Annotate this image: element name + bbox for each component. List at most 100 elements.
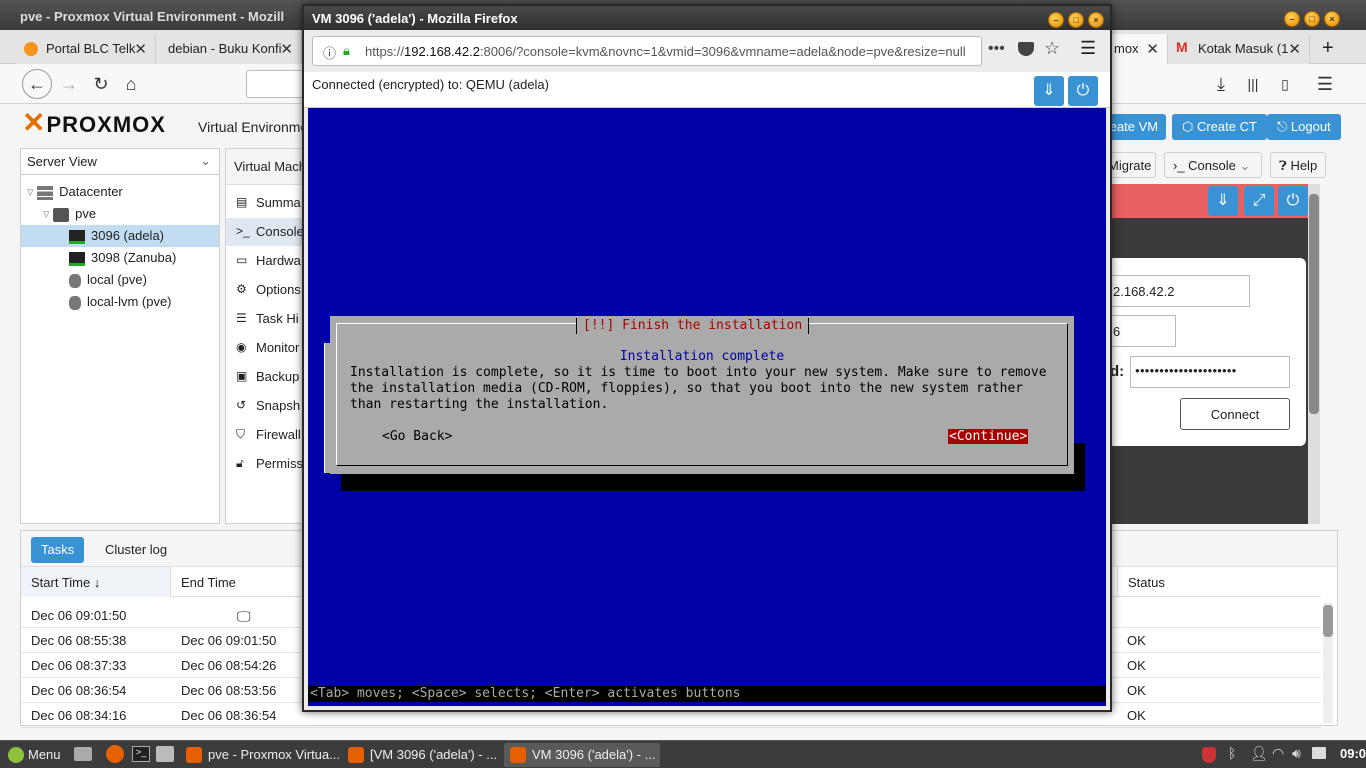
mint-logo-icon: [8, 747, 24, 763]
terminal-icon: >_: [236, 224, 250, 238]
tab-portal-blc[interactable]: Portal BLC Telk ✕: [16, 34, 156, 64]
vm-running-icon: [69, 251, 85, 266]
dialog-title: [!!] Finish the installation: [576, 318, 810, 334]
bluetooth-icon[interactable]: ᛒ: [1228, 745, 1236, 761]
tree-storage-local-lvm[interactable]: local-lvm (pve): [69, 291, 172, 313]
taskbar-item-vm-bracket[interactable]: [VM 3096 ('adela') - ...: [342, 743, 498, 767]
floppy-icon: ▣: [236, 369, 248, 383]
port-field[interactable]: 6: [1110, 315, 1176, 347]
show-desktop-icon[interactable]: [74, 747, 92, 761]
tree-vm-3098[interactable]: 3098 (Zanuba): [69, 247, 176, 269]
menu-button[interactable]: Menu: [2, 743, 67, 767]
home-icon[interactable]: ⌂: [118, 71, 144, 97]
terminal-launcher-icon[interactable]: >_: [132, 746, 150, 762]
bookmark-star-icon[interactable]: ☆: [1044, 38, 1060, 59]
monitor-icon: ▭: [236, 253, 248, 267]
tab-gmail[interactable]: M Kotak Masuk (1 ✕: [1168, 34, 1310, 64]
firefox-icon: [510, 747, 526, 763]
dialog-message: Installation is complete, so it is time …: [350, 365, 1047, 412]
col-start-time[interactable]: Start Time ↓: [21, 567, 171, 597]
menu-icon[interactable]: ☰: [1312, 71, 1338, 97]
vm-running-icon: [69, 229, 85, 244]
tab-tasks[interactable]: Tasks: [31, 537, 85, 563]
datacenter-icon: [37, 185, 54, 200]
update-shield-icon[interactable]: [1202, 747, 1216, 763]
create-ct-button[interactable]: ⬡ Create CT: [1172, 114, 1267, 140]
popup-url-bar[interactable]: ⓘ 🔒︎ https://192.168.42.2:8006/?console=…: [312, 36, 982, 66]
lock-warning-icon[interactable]: 🔒︎: [343, 43, 350, 59]
continue-button[interactable]: <Continue>: [948, 429, 1029, 444]
scrollbar[interactable]: [1323, 603, 1333, 723]
firefox-icon: [348, 747, 364, 763]
back-icon[interactable]: ←: [22, 69, 52, 99]
bitcoin-icon: [24, 42, 38, 56]
tab-label: debian - Buku Konfi: [168, 41, 282, 56]
tree-node-pve[interactable]: ▿ pve: [43, 203, 96, 225]
library-icon[interactable]: |||: [1240, 71, 1266, 97]
download-icon[interactable]: ⤓: [1208, 71, 1234, 97]
proxmox-logo: ✕PROXMOX: [22, 107, 166, 138]
close-icon[interactable]: ×: [1324, 11, 1340, 27]
tab-debian[interactable]: debian - Buku Konfi ✕: [156, 34, 302, 64]
tab-proxmox[interactable]: mox ✕: [1110, 34, 1168, 64]
console-button[interactable]: ›_ Console ⌄: [1164, 152, 1262, 178]
wifi-icon[interactable]: ◠: [1272, 745, 1284, 762]
server-view-select[interactable]: Server View ⌄: [21, 149, 219, 175]
close-tab-icon[interactable]: ✕: [1146, 40, 1159, 58]
tab-cluster-log[interactable]: Cluster log: [105, 542, 167, 557]
new-tab-button[interactable]: +: [1312, 34, 1346, 64]
logout-button[interactable]: ⎋ Logout: [1267, 114, 1341, 140]
maximize-icon[interactable]: □: [1304, 11, 1320, 27]
pocket-icon[interactable]: [1018, 42, 1034, 56]
reload-icon[interactable]: ↻: [88, 71, 114, 97]
taskbar-item-pve[interactable]: pve - Proxmox Virtua...: [180, 743, 340, 767]
keyboard-extra-keys-icon[interactable]: ⇓: [1034, 76, 1064, 106]
info-icon[interactable]: ⓘ: [323, 43, 336, 62]
tree-vm-3096[interactable]: 3096 (adela): [21, 225, 219, 247]
vm-console-popup-window: VM 3096 ('adela') - Mozilla Firefox – □ …: [302, 4, 1112, 712]
novnc-login-card: 2.168.42.2 6 d: ●●●●●●●●●●●●●●●●●●●●● Co…: [1110, 258, 1306, 446]
page-actions-icon[interactable]: •••: [988, 40, 1005, 58]
forward-icon[interactable]: →: [56, 71, 82, 97]
installer-help-line: <Tab> moves; <Space> selects; <Enter> ac…: [308, 686, 1106, 702]
close-tab-icon[interactable]: ✕: [1288, 40, 1301, 58]
firefox-launcher-icon[interactable]: [106, 745, 124, 763]
col-end-time[interactable]: End Time: [181, 575, 236, 590]
minimize-icon[interactable]: –: [1284, 11, 1300, 27]
connect-button[interactable]: Connect: [1180, 398, 1290, 430]
history-icon: ↺: [236, 398, 247, 412]
scrollbar[interactable]: [1308, 184, 1320, 524]
menu-icon[interactable]: ☰: [1080, 38, 1096, 59]
popup-title: VM 3096 ('adela') - Mozilla Firefox: [312, 11, 518, 26]
battery-icon[interactable]: [1312, 747, 1326, 759]
user-icon[interactable]: 👤︎: [1250, 745, 1268, 762]
volume-icon[interactable]: 🔊︎: [1292, 745, 1301, 762]
host-field[interactable]: 2.168.42.2: [1110, 275, 1250, 307]
close-tab-icon[interactable]: ✕: [134, 40, 147, 58]
vm-console-screen[interactable]: [!!] Finish the installation Installatio…: [308, 108, 1106, 706]
popup-titlebar: VM 3096 ('adela') - Mozilla Firefox – □ …: [304, 6, 1110, 30]
clock[interactable]: 09:05: [1340, 746, 1366, 761]
taskbar-item-vm[interactable]: VM 3096 ('adela') - ...: [504, 743, 660, 767]
bg-window-title: pve - Proxmox Virtual Environment - Mozi…: [20, 9, 285, 24]
keyboard-icon[interactable]: ⇓: [1208, 186, 1238, 216]
fullscreen-icon[interactable]: ⤢: [1244, 186, 1274, 216]
password-field[interactable]: ●●●●●●●●●●●●●●●●●●●●●: [1130, 356, 1290, 388]
close-tab-icon[interactable]: ✕: [280, 40, 293, 58]
storage-icon: [69, 295, 81, 310]
folder-launcher-icon[interactable]: [156, 746, 174, 762]
tree-storage-local[interactable]: local (pve): [69, 269, 147, 291]
dialog-heading: Installation complete: [619, 349, 785, 364]
maximize-icon[interactable]: □: [1068, 12, 1084, 28]
sidebar-icon[interactable]: ▯: [1272, 71, 1298, 97]
help-button[interactable]: ❓︎ Help: [1270, 152, 1327, 178]
tree-datacenter[interactable]: ▿ Datacenter: [27, 181, 123, 203]
power-icon[interactable]: ⏻: [1278, 186, 1308, 216]
go-back-button[interactable]: <Go Back>: [382, 429, 452, 444]
minimize-icon[interactable]: –: [1048, 12, 1064, 28]
bg-url-bar[interactable]: [246, 70, 306, 98]
password-label: d:: [1110, 363, 1125, 380]
col-status[interactable]: Status: [1117, 567, 1321, 597]
close-icon[interactable]: ×: [1088, 12, 1104, 28]
power-icon[interactable]: ⏻: [1068, 76, 1098, 106]
